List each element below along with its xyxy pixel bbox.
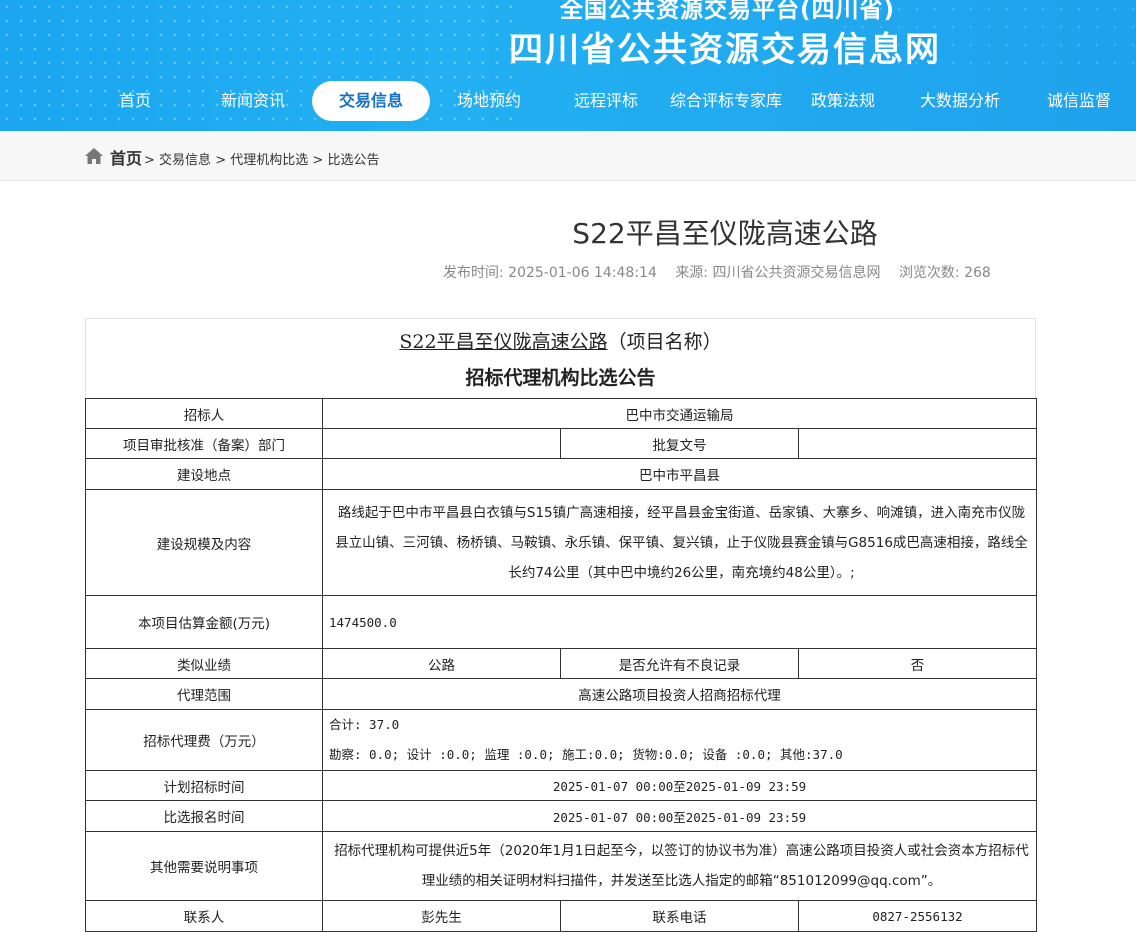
cell-label: 联系人 bbox=[85, 900, 323, 932]
cell-value: 彭先生 bbox=[322, 900, 561, 932]
cell-label: 联系电话 bbox=[560, 900, 799, 932]
table-row: 项目审批核准（备案）部门 批复文号 bbox=[85, 428, 1038, 459]
table-row: 其他需要说明事项 招标代理机构可提供近5年（2020年1月1日起至今，以签订的协… bbox=[85, 831, 1038, 901]
cell-value: 高速公路项目投资人招商招标代理 bbox=[321, 678, 1038, 710]
cell-value bbox=[797, 428, 1038, 459]
breadcrumb-separator: > bbox=[312, 153, 324, 168]
breadcrumb-separator: > bbox=[144, 153, 155, 168]
cell-label: 建设地点 bbox=[85, 458, 323, 490]
cell-value: 合计: 37.0 勘察: 0.0; 设计 :0.0; 监理 :0.0; 施工:0… bbox=[321, 709, 1038, 771]
cell-label: 建设规模及内容 bbox=[85, 489, 323, 596]
cell-value: 路线起于巴中市平昌县白衣镇与S15镇广高速相接，经平昌县金宝街道、岳家镇、大寨乡… bbox=[321, 489, 1038, 596]
breadcrumb-item-agency-selection[interactable]: 代理机构比选 bbox=[230, 153, 308, 168]
table-row: 建设规模及内容 路线起于巴中市平昌县白衣镇与S15镇广高速相接，经平昌县金宝街道… bbox=[85, 489, 1038, 596]
notice-header-box: S22平昌至仪陇高速公路（项目名称） 招标代理机构比选公告 bbox=[85, 318, 1036, 400]
view-count: 浏览次数: 268 bbox=[898, 265, 991, 281]
cell-value bbox=[322, 428, 561, 459]
breadcrumb-item-selection-notice[interactable]: 比选公告 bbox=[327, 153, 379, 168]
notice-heading: 招标代理机构比选公告 bbox=[465, 367, 656, 389]
breadcrumb: 首页 > 交易信息 > 代理机构比选 > 比选公告 bbox=[0, 131, 1136, 181]
cell-label: 是否允许有不良记录 bbox=[560, 648, 799, 679]
nav-item-news[interactable]: 新闻资讯 bbox=[207, 80, 299, 122]
article-meta: 发布时间: 2025-01-06 14:48:14 来源: 四川省公共资源交易信… bbox=[443, 262, 1005, 282]
breadcrumb-separator: > bbox=[215, 153, 227, 168]
cell-label: 批复文号 bbox=[560, 428, 799, 459]
nav-item-credit-supervision[interactable]: 诚信监督 bbox=[1033, 80, 1125, 122]
table-row: 代理范围 高速公路项目投资人招商招标代理 bbox=[85, 678, 1038, 710]
nav-item-policy[interactable]: 政策法规 bbox=[797, 80, 889, 122]
cell-label: 本项目估算金额(万元) bbox=[85, 595, 323, 649]
cell-label: 招标人 bbox=[85, 398, 323, 429]
main-nav: 首页 新闻资讯 交易信息 场地预约 远程评标 综合评标专家库 政策法规 大数据分… bbox=[0, 80, 1136, 122]
home-icon[interactable] bbox=[84, 147, 104, 165]
cell-label: 比选报名时间 bbox=[85, 800, 323, 832]
article-title: S22平昌至仪陇高速公路 bbox=[572, 217, 878, 250]
nav-item-trading-info[interactable]: 交易信息 bbox=[312, 81, 430, 121]
breadcrumb-home[interactable]: 首页 bbox=[110, 145, 142, 169]
breadcrumb-trail: > 交易信息 > 代理机构比选 > 比选公告 bbox=[144, 149, 379, 168]
cell-label: 计划招标时间 bbox=[85, 770, 323, 801]
site-subtitle: 全国公共资源交易平台(四川省) bbox=[560, 0, 896, 23]
table-row: 联系人 彭先生 联系电话 0827-2556132 bbox=[85, 900, 1038, 932]
source: 来源: 四川省公共资源交易信息网 bbox=[675, 265, 881, 281]
nav-item-remote-evaluation[interactable]: 远程评标 bbox=[560, 80, 652, 122]
cell-label: 招标代理费（万元） bbox=[85, 709, 323, 771]
table-row: 计划招标时间 2025-01-07 00:00至2025-01-09 23:59 bbox=[85, 770, 1038, 801]
cell-value: 2025-01-07 00:00至2025-01-09 23:59 bbox=[321, 800, 1038, 832]
site-header: 全国公共资源交易平台(四川省) 四川省公共资源交易信息网 首页 新闻资讯 交易信… bbox=[0, 0, 1136, 131]
cell-label: 类似业绩 bbox=[85, 648, 323, 679]
table-row: 建设地点 巴中市平昌县 bbox=[85, 458, 1038, 490]
breadcrumb-item-trading-info[interactable]: 交易信息 bbox=[159, 153, 211, 168]
cell-value: 招标代理机构可提供近5年（2020年1月1日起至今，以签订的协议书为准）高速公路… bbox=[321, 831, 1038, 901]
fee-total: 合计: 37.0 bbox=[329, 717, 400, 732]
table-row: 招标人 巴中市交通运输局 bbox=[85, 398, 1038, 429]
fee-detail: 勘察: 0.0; 设计 :0.0; 监理 :0.0; 施工:0.0; 货物:0.… bbox=[329, 747, 843, 762]
notice-table: 招标人 巴中市交通运输局 项目审批核准（备案）部门 批复文号 建设地点 巴中市平… bbox=[85, 398, 1038, 932]
table-row: 比选报名时间 2025-01-07 00:00至2025-01-09 23:59 bbox=[85, 800, 1038, 832]
table-row: 本项目估算金额(万元) 1474500.0 bbox=[85, 595, 1038, 649]
publish-time: 发布时间: 2025-01-06 14:48:14 bbox=[443, 265, 657, 281]
cell-label: 其他需要说明事项 bbox=[85, 831, 323, 901]
project-name: S22平昌至仪陇高速公路 bbox=[399, 331, 608, 353]
cell-value: 2025-01-07 00:00至2025-01-09 23:59 bbox=[321, 770, 1038, 801]
table-row: 类似业绩 公路 是否允许有不良记录 否 bbox=[85, 648, 1038, 679]
site-title[interactable]: 四川省公共资源交易信息网 bbox=[509, 22, 941, 71]
table-row: 招标代理费（万元） 合计: 37.0 勘察: 0.0; 设计 :0.0; 监理 … bbox=[85, 709, 1038, 771]
nav-item-home[interactable]: 首页 bbox=[98, 80, 172, 122]
cell-value: 否 bbox=[797, 648, 1038, 679]
nav-item-venue-booking[interactable]: 场地预约 bbox=[443, 80, 535, 122]
cell-value: 公路 bbox=[322, 648, 561, 679]
cell-label: 项目审批核准（备案）部门 bbox=[85, 428, 323, 459]
cell-value: 巴中市交通运输局 bbox=[321, 398, 1038, 429]
nav-item-expert-pool[interactable]: 综合评标专家库 bbox=[662, 80, 790, 122]
cell-label: 代理范围 bbox=[85, 678, 323, 710]
project-name-line: S22平昌至仪陇高速公路（项目名称） bbox=[86, 327, 1035, 354]
project-name-suffix: （项目名称） bbox=[607, 331, 722, 353]
cell-value: 巴中市平昌县 bbox=[321, 458, 1038, 490]
cell-value: 1474500.0 bbox=[321, 595, 1038, 649]
nav-item-big-data[interactable]: 大数据分析 bbox=[910, 80, 1010, 122]
cell-value: 0827-2556132 bbox=[797, 900, 1038, 932]
